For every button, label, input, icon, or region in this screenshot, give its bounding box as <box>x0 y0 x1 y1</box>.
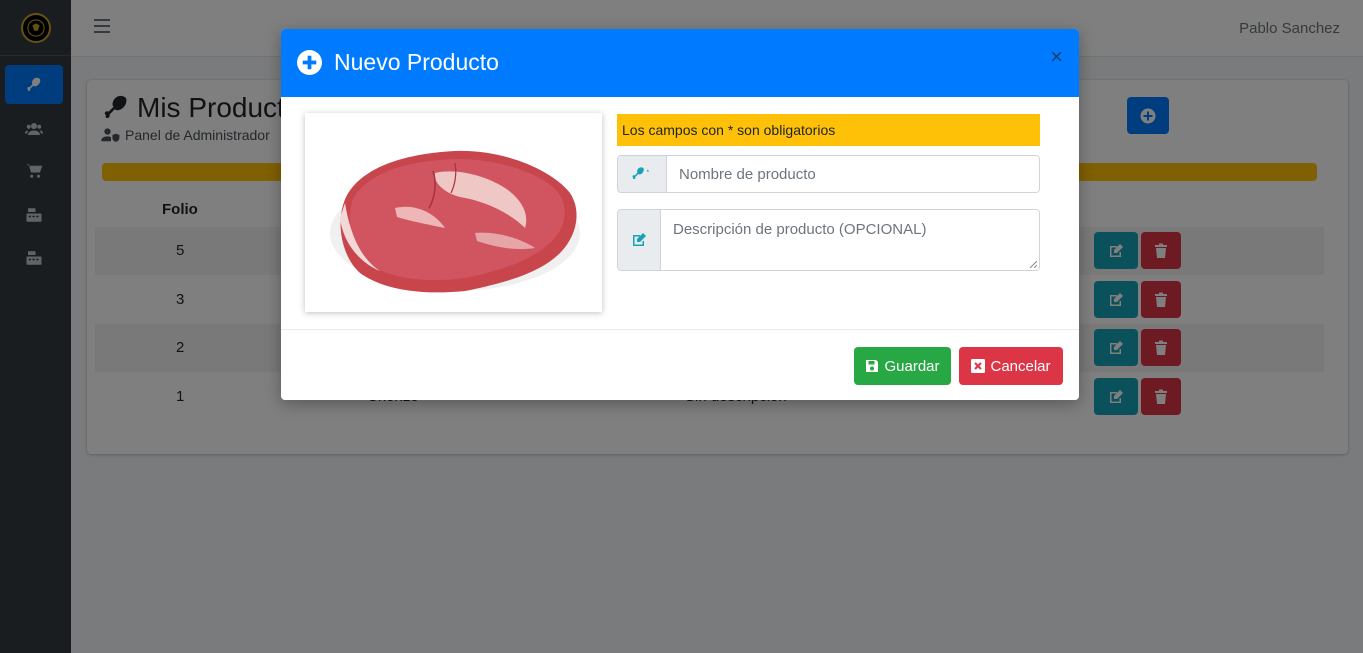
product-image[interactable] <box>305 113 602 312</box>
close-button[interactable]: × <box>1050 46 1063 68</box>
plus-circle-icon <box>297 50 322 75</box>
close-square-icon <box>971 359 986 373</box>
product-name-input[interactable] <box>667 156 1039 192</box>
new-product-modal: Nuevo Producto × Los campos con * son ob… <box>281 29 1079 400</box>
cancel-label: Cancelar <box>990 357 1051 375</box>
save-label: Guardar <box>884 357 940 375</box>
required-fields-notice: Los campos con * son obligatorios <box>617 114 1040 146</box>
modal-header: Nuevo Producto × <box>281 29 1079 97</box>
cancel-button[interactable]: Cancelar <box>959 347 1063 385</box>
modal-title: Nuevo Producto <box>297 49 499 76</box>
edit-icon <box>633 233 646 246</box>
meat-image <box>305 113 602 312</box>
modal-title-text: Nuevo Producto <box>334 49 499 75</box>
resize-handle-icon[interactable] <box>1029 260 1037 268</box>
product-description-addon <box>618 210 661 270</box>
product-description-textarea[interactable] <box>661 210 1039 270</box>
modal-footer: Guardar Cancelar <box>281 329 1079 400</box>
product-name-group: * <box>617 155 1040 193</box>
product-name-addon: * <box>618 156 667 192</box>
save-button[interactable]: Guardar <box>854 347 951 385</box>
save-icon <box>866 360 879 372</box>
product-description-group <box>617 209 1040 271</box>
drumstick-icon: * <box>632 167 649 180</box>
svg-text:*: * <box>646 168 649 177</box>
